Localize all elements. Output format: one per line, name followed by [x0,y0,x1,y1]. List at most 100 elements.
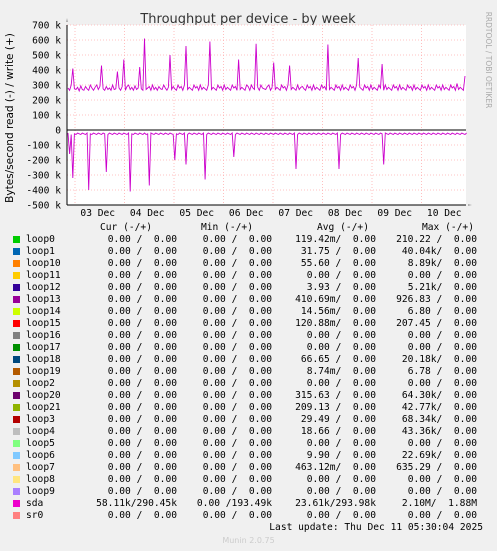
legend-max: 0.00 / 0.00 [407,438,477,449]
legend-cur: 0.00 / 0.00 [107,330,177,341]
legend-row: loop3 0.00 / 0.00 0.00 / 0.00 29.49 / 0.00 6… [0,414,497,426]
legend-name: loop16 [26,330,61,341]
legend-avg: 410.69m/ 0.00 [295,294,376,305]
legend-min: 0.00 / 0.00 [202,294,272,305]
y-tick-label: 600 k [32,36,61,47]
legend-name: sr0 [26,510,44,521]
legend-row: loop11 0.00 / 0.00 0.00 / 0.00 0.00 / 0.00 0… [0,270,497,282]
legend-avg: 14.56m/ 0.00 [300,306,376,317]
legend-cur: 0.00 / 0.00 [107,258,177,269]
legend-row: loop7 0.00 / 0.00 0.00 / 0.00 463.12m/ 0.00… [0,462,497,474]
legend-min: 0.00 / 0.00 [202,390,272,401]
legend-row: loop15 0.00 / 0.00 0.00 / 0.00 120.88m/ 0.0… [0,318,497,330]
legend-min: 0.00 / 0.00 [202,246,272,257]
legend-max: 0.00 / 0.00 [407,474,477,485]
legend-avg: 0.00 / 0.00 [306,510,376,521]
legend-swatch [13,260,20,267]
legend-min: 0.00 / 0.00 [202,234,272,245]
legend-min: 0.00 / 0.00 [202,306,272,317]
legend-avg: 0.00 / 0.00 [306,474,376,485]
legend-avg: 0.00 / 0.00 [306,378,376,389]
legend-avg: 119.42m/ 0.00 [295,234,376,245]
legend-min: 0.00 / 0.00 [202,318,272,329]
legend-cur: 0.00 / 0.00 [107,414,177,425]
chart: Throughput per device - by week Bytes/se… [4,12,493,219]
legend-cur: 0.00 / 0.00 [107,450,177,461]
legend-row: loop18 0.00 / 0.00 0.00 / 0.00 66.65 / 0.00… [0,354,497,366]
x-tick-label: 10 Dec [427,208,462,219]
rrdtool-credit: RRDTOOL / TOBI OETIKER [484,12,493,109]
legend-avg: 209.13 / 0.00 [295,402,376,413]
legend-max: 22.69k/ 0.00 [401,450,477,461]
legend-swatch [13,356,20,363]
legend-swatch [13,512,20,519]
legend-name: sda [26,498,44,509]
legend-row: loop10 0.00 / 0.00 0.00 / 0.00 55.60 / 0.00… [0,258,497,270]
legend-table: Cur (-/+) Min (-/+) Avg (-/+) Max (-/+) … [0,222,497,522]
legend-cur: 0.00 / 0.00 [107,438,177,449]
legend-swatch [13,284,20,291]
legend-avg: 18.66 / 0.00 [300,426,376,437]
header-min: Min (-/+) [201,222,253,233]
legend-name: loop10 [26,258,61,269]
legend-max: 20.18k/ 0.00 [401,354,477,365]
legend-max: 40.04k/ 0.00 [401,246,477,257]
x-tick-label: 05 Dec [179,208,214,219]
y-axis-arrow [66,18,68,22]
legend-name: loop12 [26,282,61,293]
legend-name: loop8 [26,474,55,485]
legend-max: 42.77k/ 0.00 [401,402,477,413]
legend-row: loop13 0.00 / 0.00 0.00 / 0.00 410.69m/ 0.0… [0,294,497,306]
legend-swatch [13,320,20,327]
legend-cur: 0.00 / 0.00 [107,306,177,317]
legend-avg: 0.00 / 0.00 [306,342,376,353]
legend-max: 6.80 / 0.00 [407,306,477,317]
legend-max: 210.22 / 0.00 [396,234,477,245]
legend-min: 0.00 / 0.00 [202,426,272,437]
y-tick-label: -200 k [26,156,61,167]
y-tick-label: 700 k [32,21,61,32]
legend-swatch [13,332,20,339]
legend-min: 0.00 / 0.00 [202,378,272,389]
legend-avg: 31.75 / 0.00 [300,246,376,257]
legend-max: 2.10M/ 1.88M [401,498,477,509]
legend-max: 5.21k/ 0.00 [407,282,477,293]
legend-min: 0.00 / 0.00 [202,282,272,293]
legend-max: 926.83 / 0.00 [396,294,477,305]
legend-max: 0.00 / 0.00 [407,486,477,497]
legend-row: loop12 0.00 / 0.00 0.00 / 0.00 3.93 / 0.00 5… [0,282,497,294]
legend-swatch [13,248,20,255]
legend-cur: 0.00 / 0.00 [107,282,177,293]
legend-cur: 0.00 / 0.00 [107,234,177,245]
legend-row: loop1 0.00 / 0.00 0.00 / 0.00 31.75 / 0.00 4… [0,246,497,258]
legend-avg: 66.65 / 0.00 [300,354,376,365]
legend-avg: 9.90 / 0.00 [306,450,376,461]
legend-row: sda 58.11k/290.45k 0.00 /193.49k 23.61k/293… [0,498,497,510]
x-tick-label: 08 Dec [328,208,363,219]
legend-max: 64.30k/ 0.00 [401,390,477,401]
y-tick-label: 0 [55,126,61,137]
x-axis-ticks: 03 Dec 04 Dec 05 Dec 06 Dec 07 Dec 08 Dec 09 D… [80,208,461,219]
legend-cur: 0.00 / 0.00 [107,378,177,389]
legend-cur: 0.00 / 0.00 [107,474,177,485]
legend-max: 0.00 / 0.00 [407,330,477,341]
y-tick-label: -400 k [26,186,61,197]
legend-min: 0.00 / 0.00 [202,486,272,497]
legend-cur: 0.00 / 0.00 [107,426,177,437]
legend-cur: 0.00 / 0.00 [107,366,177,377]
legend-max: 6.78 / 0.00 [407,366,477,377]
legend-min: 0.00 / 0.00 [202,402,272,413]
header-max: Max (-/+) [422,222,474,233]
y-axis-label: Bytes/second read (-) / write (+) [4,33,16,203]
legend-swatch [13,488,20,495]
legend-swatch [13,476,20,483]
legend-row: loop19 0.00 / 0.00 0.00 / 0.00 8.74m/ 0.00 6… [0,366,497,378]
legend-row: loop4 0.00 / 0.00 0.00 / 0.00 18.66 / 0.00 4… [0,426,497,438]
legend-name: loop9 [26,486,55,497]
legend-name: loop21 [26,402,61,413]
legend-cur: 0.00 / 0.00 [107,318,177,329]
legend-name: loop7 [26,462,55,473]
y-tick-label: 100 k [32,111,61,122]
legend-row: loop0 0.00 / 0.00 0.00 / 0.00 119.42m/ 0.00… [0,234,497,246]
legend-avg: 120.88m/ 0.00 [295,318,376,329]
